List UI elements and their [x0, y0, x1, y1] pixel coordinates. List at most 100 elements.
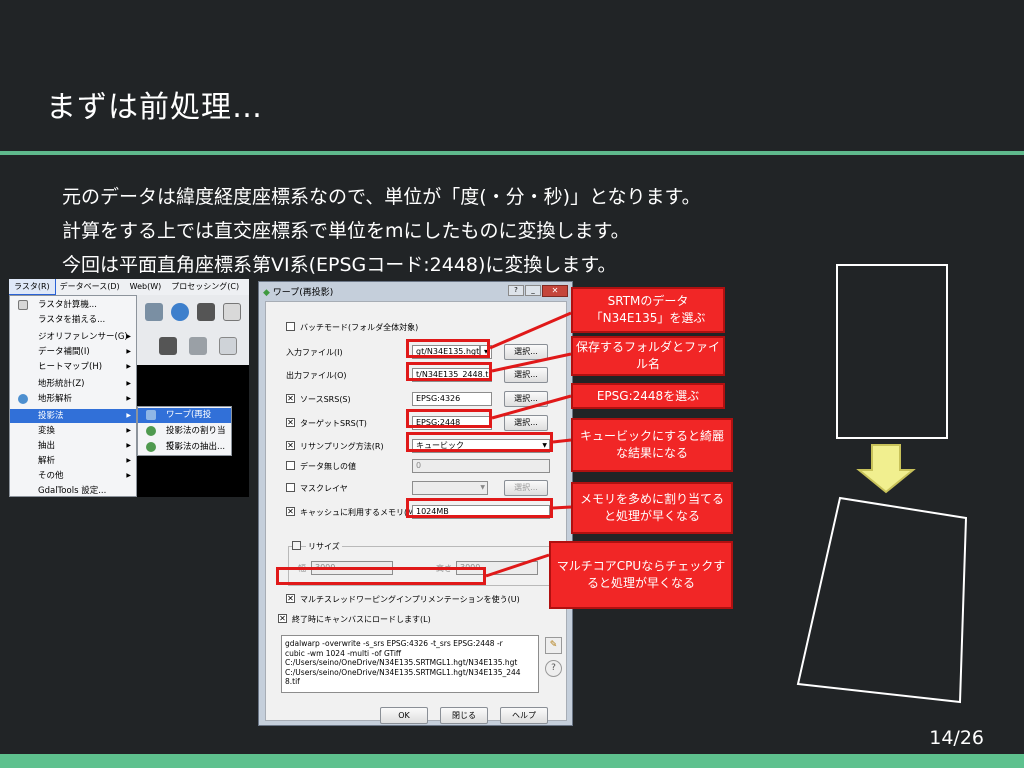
cache-memory-checkbox[interactable]: ✕ [286, 507, 295, 516]
warp-icon [146, 410, 156, 420]
multithread-label: マルチスレッドワーピングインプリメンテーションを使う(U) [300, 595, 520, 604]
submenu-item-assign-projection[interactable]: 投影法の割り当て... [138, 424, 231, 451]
menu-item[interactable]: 地形解析 ▶ [10, 392, 136, 406]
toolbar-shape-icon[interactable] [189, 337, 207, 355]
submenu-item-extract-projection[interactable]: 投影法の抽出... [138, 440, 231, 455]
slide-title: まずは前処理… [46, 90, 263, 125]
resize-label: リサイズ [306, 541, 342, 552]
menu-item[interactable]: 地形統計(Z) ▶ [10, 377, 136, 391]
raster-menu-dropdown: ラスタ計算機... ラスタを揃える... ジオリファレンサー(G) ▶ データ補間… [9, 295, 137, 497]
close-window-button[interactable]: ✕ [542, 285, 568, 297]
ok-button[interactable]: OK [380, 707, 428, 724]
body-line-2: 計算をする上では直交座標系で単位をmにしたものに変換します。 [62, 220, 630, 242]
row-source-srs: ✕ ソースSRS(S) EPSG:4326 選択... [266, 389, 568, 409]
no-data-label: データ無しの値 [300, 462, 356, 471]
no-data-checkbox[interactable] [286, 461, 295, 470]
menu-item[interactable]: ラスタを揃える... [10, 313, 136, 327]
help-window-button[interactable]: ? [508, 285, 524, 296]
target-srs-browse-button[interactable]: 選択... [504, 415, 548, 431]
mask-layer-select[interactable]: ▼ [412, 481, 488, 495]
reprojection-diagram [796, 444, 968, 704]
minimize-button[interactable]: _ [525, 285, 541, 296]
toolbar-save-icon[interactable] [159, 337, 177, 355]
menu-item[interactable]: GdalTools 設定... [10, 484, 136, 497]
highlight-output-file [406, 362, 492, 381]
row-multithread: ✕ マルチスレッドワーピングインプリメンテーションを使う(U) [266, 589, 568, 609]
output-browse-button[interactable]: 選択... [504, 367, 548, 383]
title-underline [0, 151, 1024, 155]
globe-icon [146, 442, 156, 452]
row-resize: リサイズ [266, 536, 568, 556]
multithread-checkbox[interactable]: ✕ [286, 594, 295, 603]
target-srs-label: ターゲットSRS(T) [300, 419, 367, 428]
resize-checkbox[interactable] [292, 541, 301, 550]
qgis-menu-screenshot: ラスタ(R) データベース(D) Web(W) プロセッシング(C) ラスタ計算機..… [9, 279, 249, 497]
resampling-label: リサンプリング方法(R) [300, 442, 384, 451]
calculator-icon [18, 300, 28, 310]
menu-item[interactable]: 変換 ▶ [10, 424, 136, 438]
menu-raster[interactable]: ラスタ(R) [9, 279, 56, 295]
target-srs-checkbox[interactable]: ✕ [286, 418, 295, 427]
callout-epsg-2448: EPSG:2448を選ぶ [571, 383, 725, 409]
toolbar [137, 295, 249, 365]
load-canvas-checkbox[interactable]: ✕ [278, 614, 287, 623]
source-srs-field[interactable]: EPSG:4326 [412, 392, 492, 406]
menu-web[interactable]: Web(W) [125, 280, 167, 293]
toolbar-node-icon[interactable] [197, 303, 215, 321]
command-textarea[interactable]: gdalwarp -overwrite -s_srs EPSG:4326 -t_… [281, 635, 539, 693]
help-button[interactable]: ヘルプ [500, 707, 548, 724]
qgis-icon: ◆ [263, 288, 273, 298]
toolbar-refresh-icon[interactable] [171, 303, 189, 321]
row-load-canvas: ✕ 終了時にキャンバスにロードします(L) [266, 609, 568, 629]
menu-item[interactable]: ラスタ計算機... [10, 298, 136, 312]
menu-item[interactable]: ジオリファレンサー(G) ▶ [10, 330, 136, 344]
dialog-title: ◆ ワープ(再投影) [263, 288, 334, 298]
cache-memory-label: キャッシュに利用するメモリ(M) [300, 508, 418, 517]
chevron-down-icon: ▼ [480, 484, 485, 491]
help-icon[interactable]: ? [545, 660, 562, 677]
menu-item[interactable]: 抽出 ▶ [10, 439, 136, 453]
source-srs-browse-button[interactable]: 選択... [504, 391, 548, 407]
input-browse-button[interactable]: 選択... [504, 344, 548, 360]
down-arrow-icon [856, 444, 916, 494]
close-button[interactable]: 閉じる [440, 707, 488, 724]
row-no-data: データ無しの値 0 [266, 456, 568, 476]
output-file-label: 出力ファイル(O) [286, 371, 347, 380]
page-number: 14/26 [929, 727, 984, 749]
body-line-1: 元のデータは緯度経度座標系なので、単位が「度(・分・秒)」となります。 [62, 186, 701, 208]
menu-processing[interactable]: プロセッシング(C) [166, 279, 244, 294]
toolbar-globe-icon[interactable] [145, 303, 163, 321]
menubar: ラスタ(R) データベース(D) Web(W) プロセッシング(C) [9, 279, 249, 295]
highlight-multithread [276, 567, 486, 585]
menu-database[interactable]: データベース(D) [55, 279, 125, 294]
load-canvas-label: 終了時にキャンバスにロードします(L) [292, 615, 431, 624]
callout-multicore: マルチコアCPUならチェックすると処理が早くなる [549, 541, 733, 609]
mask-layer-checkbox[interactable] [286, 483, 295, 492]
menu-item[interactable]: ヒートマップ(H) ▶ [10, 360, 136, 374]
bottom-bar [0, 754, 1024, 768]
callout-srtm-data: SRTMのデータ「N34E135」を選ぶ [571, 287, 725, 333]
callout-memory: メモリを多めに割り当てると処理が早くなる [571, 482, 733, 534]
toolbar-edit-icon[interactable] [219, 337, 237, 355]
menu-item-projection[interactable]: 投影法 ▶ [10, 409, 136, 423]
submenu-item-warp[interactable]: ワープ(再投影)... [138, 408, 231, 435]
highlight-target-srs [406, 409, 492, 428]
menu-item[interactable]: その他 ▶ [10, 469, 136, 483]
menu-item[interactable]: 解析 ▶ [10, 454, 136, 468]
row-batch-mode: バッチモード(フォルダ全体対象) [266, 317, 568, 337]
row-mask-layer: マスクレイヤ ▼ 選択... [266, 478, 568, 498]
mask-browse-button[interactable]: 選択... [504, 480, 548, 496]
callout-save-folder: 保存するフォルダとファイル名 [571, 336, 725, 376]
toolbar-vector-icon[interactable] [223, 303, 241, 321]
batch-mode-checkbox[interactable] [286, 322, 295, 331]
no-data-field[interactable]: 0 [412, 459, 550, 473]
highlight-resampling [406, 432, 553, 452]
menu-item[interactable]: データ補間(I) ▶ [10, 345, 136, 359]
resampling-checkbox[interactable]: ✕ [286, 441, 295, 450]
original-grid-rectangle [836, 264, 948, 439]
batch-mode-label: バッチモード(フォルダ全体対象) [300, 323, 419, 332]
source-srs-checkbox[interactable]: ✕ [286, 394, 295, 403]
projection-submenu: ワープ(再投影)... 投影法の割り当て... 投影法の抽出... [137, 406, 232, 456]
highlight-cache-memory [406, 498, 553, 518]
edit-command-pencil-icon[interactable]: ✎ [545, 637, 562, 654]
